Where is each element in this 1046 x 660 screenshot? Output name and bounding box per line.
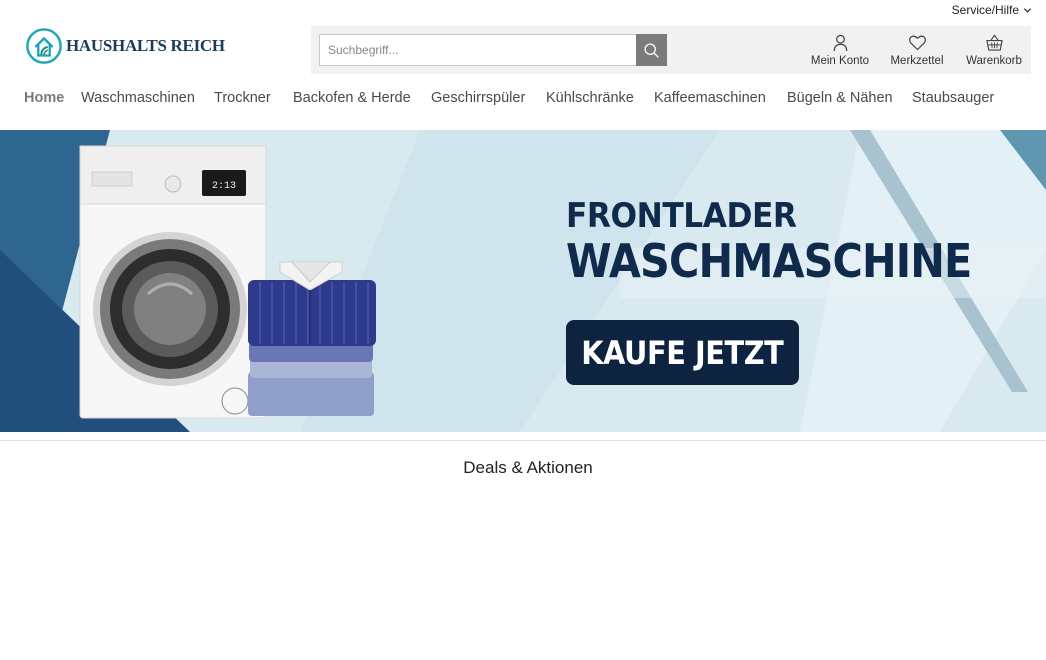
service-help-menu[interactable]: Service/Hilfe [952,3,1032,17]
cart-label: Warenkorb [966,55,1022,67]
buy-now-label: KAUFE JETZT [581,333,784,372]
logo-text: HAUSHALTS REICH [66,36,225,55]
nav-item-trockner[interactable]: Trockner [214,90,271,106]
section-divider [0,440,1046,441]
main-navigation: Home Waschmaschinen Trockner Backofen & … [0,90,1046,114]
search-input[interactable] [319,34,637,66]
nav-item-backofen-herde[interactable]: Backofen & Herde [293,90,411,106]
account-label: Mein Konto [810,55,870,67]
cart-link[interactable]: Warenkorb [963,33,1025,67]
wishlist-link[interactable]: Merkzettel [888,33,946,67]
machine-display: 2:13 [212,181,236,192]
account-link[interactable]: Mein Konto [808,33,872,67]
user-icon [833,34,847,52]
wishlist-label: Merkzettel [890,55,944,67]
search-button[interactable] [636,34,667,66]
deals-section-title: Deals & Aktionen [463,458,593,477]
chevron-down-icon [1023,7,1032,13]
heart-icon [908,35,926,51]
nav-item-home[interactable]: Home [24,90,64,106]
hero-headline-line2: WASCHMASCHINE [566,234,972,288]
hero-headline-line1: FRONTLADER [566,196,797,236]
house-logo-icon [26,28,62,64]
buy-now-button[interactable]: KAUFE JETZT [566,320,799,385]
nav-item-buegeln-naehen[interactable]: Bügeln & Nähen [787,90,893,106]
site-logo[interactable]: HAUSHALTS REICH [25,27,225,65]
nav-item-kaffeemaschinen[interactable]: Kaffeemaschinen [654,90,766,106]
search-icon [644,42,659,58]
service-help-label: Service/Hilfe [951,3,1019,17]
hero-banner[interactable]: 2:13 FRONTLADER WASCHMASCHINE KAUFE JETZ… [0,130,1046,432]
folded-shirts-image [248,261,376,416]
basket-icon [985,34,1003,51]
washing-machine-image: 2:13 [79,145,267,419]
nav-item-staubsauger[interactable]: Staubsauger [912,90,994,106]
nav-item-geschirrspueler[interactable]: Geschirrspüler [431,90,525,106]
nav-item-waschmaschinen[interactable]: Waschmaschinen [81,90,195,106]
nav-item-kuehlschraenke[interactable]: Kühlschränke [546,90,634,106]
